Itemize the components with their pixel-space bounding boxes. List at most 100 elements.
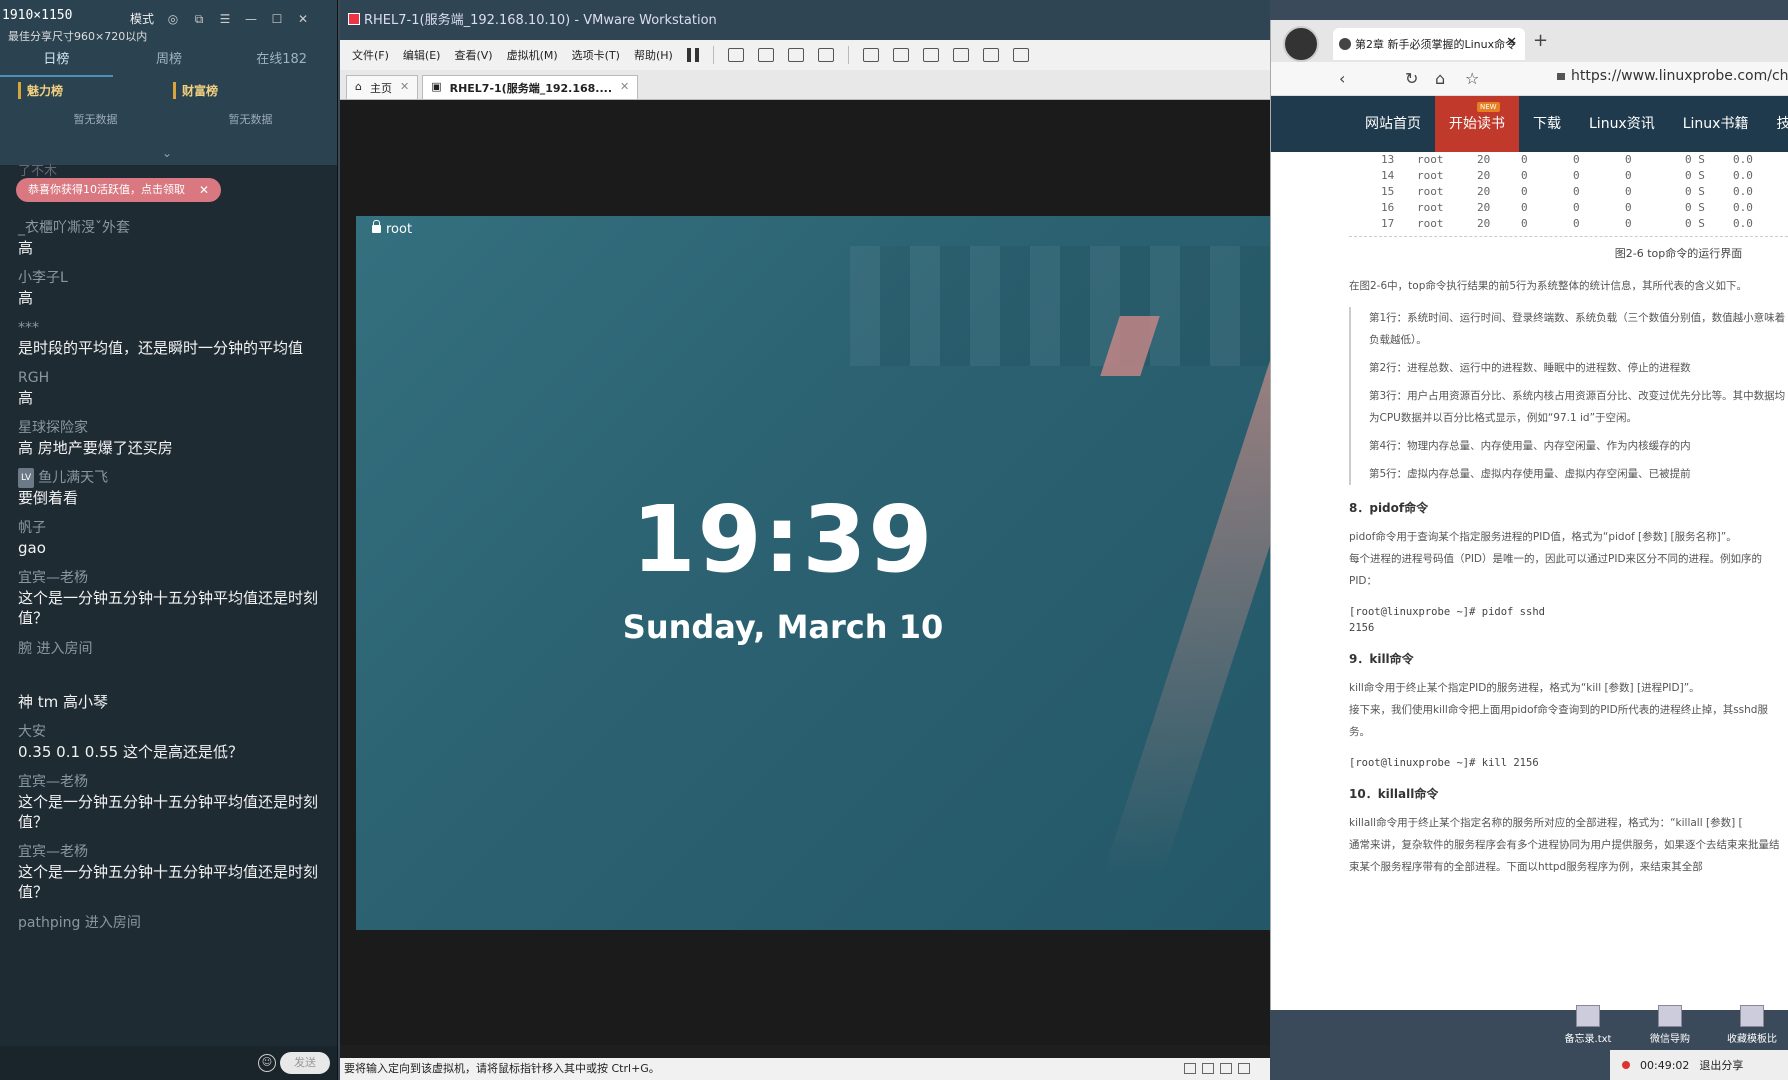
process-cell: 20: [1477, 185, 1491, 198]
process-cell: 0: [1625, 169, 1632, 182]
home-icon[interactable]: ⌂: [1435, 69, 1445, 88]
fullscreen-icon[interactable]: [922, 48, 939, 62]
message-author[interactable]: 宜宾—老杨: [18, 842, 320, 862]
rhel-lock-screen[interactable]: root 19:39 Sunday, March 10: [356, 216, 1270, 930]
process-cell: 0: [1521, 201, 1528, 214]
new-tab-icon[interactable]: +: [1533, 30, 1548, 51]
browser-tab[interactable]: 第2章 新手必须掌握的Linux命令 ✕: [1333, 28, 1525, 60]
stretch-icon[interactable]: [1012, 48, 1029, 62]
menu-view[interactable]: 查看(V): [454, 47, 492, 63]
chat-message: 神 tm 高小琴: [18, 692, 320, 712]
menu-help[interactable]: 帮助(H): [634, 47, 673, 63]
revert-snapshot-icon[interactable]: [787, 48, 804, 62]
console-icon[interactable]: [982, 48, 999, 62]
popout-icon[interactable]: ⧉: [192, 12, 206, 26]
site-navigation: 网站首页 NEW 开始读书 下载 Linux资讯 Linux书籍 技术干: [1271, 96, 1788, 152]
message-text: 0.35 0.1 0.55 这个是高还是低？: [18, 743, 243, 761]
process-cell: 20: [1477, 169, 1491, 182]
tab-weekly[interactable]: 周榜: [113, 46, 226, 77]
unity-icon[interactable]: [952, 48, 969, 62]
close-icon[interactable]: ✕: [1506, 35, 1517, 50]
message-author[interactable]: 大安: [18, 722, 320, 742]
hdd-icon[interactable]: [1184, 1063, 1196, 1074]
nav-tech[interactable]: 技术干: [1762, 96, 1788, 152]
close-icon[interactable]: ✕: [199, 178, 209, 202]
avatar[interactable]: [1283, 26, 1319, 62]
message-text: 这个是一分钟五分钟十五分钟平均值还是时刻值？: [18, 863, 319, 901]
status-text: 要将输入定向到该虚拟机，请将鼠标指针移入其中或按 Ctrl+G。: [344, 1062, 660, 1075]
minimize-icon[interactable]: —: [244, 12, 258, 26]
nav-read[interactable]: NEW 开始读书: [1435, 96, 1519, 152]
process-cell: 0 S: [1685, 217, 1705, 230]
tab-home[interactable]: ⌂ 主页 ✕: [346, 75, 419, 99]
star-icon[interactable]: ☆: [1465, 69, 1479, 88]
back-icon[interactable]: ‹: [1339, 69, 1345, 88]
nav-news[interactable]: Linux资讯: [1575, 96, 1669, 152]
exit-share-button[interactable]: 退出分享: [1699, 1057, 1743, 1073]
nav-books[interactable]: Linux书籍: [1669, 96, 1763, 152]
thumbnail-icon[interactable]: [892, 48, 909, 62]
process-cell: 0: [1625, 153, 1632, 166]
nav-home[interactable]: 网站首页: [1351, 96, 1435, 152]
process-cell: 20: [1477, 217, 1491, 230]
nav-label[interactable]: 开始读书: [1449, 116, 1505, 132]
process-cell: 0: [1521, 169, 1528, 182]
message-author[interactable]: _衣櫃吖凘渂ˇ外套: [18, 218, 320, 238]
desktop-icon[interactable]: 备忘录.txt: [1560, 1005, 1616, 1045]
send-button[interactable]: 发送: [280, 1052, 330, 1074]
menu-icon[interactable]: ☰: [218, 12, 232, 26]
nav-download[interactable]: 下载: [1519, 96, 1575, 152]
message-author[interactable]: 帆子: [18, 518, 320, 538]
desktop-icon[interactable]: 收藏模板比: [1724, 1005, 1780, 1045]
recording-icon: [1622, 1061, 1630, 1069]
mode-label[interactable]: 模式: [130, 10, 154, 27]
message-author-row[interactable]: LV 鱼儿满天飞: [18, 468, 320, 488]
tab-vm[interactable]: ▣ RHEL7-1(服务端_192.168.... ✕: [422, 75, 639, 99]
library-icon[interactable]: [862, 48, 879, 62]
settings-icon[interactable]: ◎: [166, 12, 180, 26]
message-author[interactable]: 宜宾—老杨: [18, 568, 320, 588]
display-icon[interactable]: [1238, 1063, 1250, 1074]
tab-online[interactable]: 在线182: [225, 46, 337, 77]
message-author[interactable]: ***: [18, 318, 320, 338]
message-text: 这个是一分钟五分钟十五分钟平均值还是时刻值？: [18, 589, 319, 627]
close-icon[interactable]: ✕: [296, 12, 310, 26]
process-cell: 0: [1521, 217, 1528, 230]
message-text: 这个是一分钟五分钟十五分钟平均值还是时刻值？: [18, 793, 319, 831]
share-dimensions: 1910×1150: [2, 8, 73, 23]
tab-daily[interactable]: 日榜: [0, 46, 113, 77]
chat-message: 宜宾—老杨 这个是一分钟五分钟十五分钟平均值还是时刻值？: [18, 842, 320, 902]
message-author[interactable]: 鱼儿满天飞: [38, 470, 108, 486]
close-icon[interactable]: ✕: [620, 80, 629, 99]
message-author[interactable]: RGH: [18, 368, 320, 388]
message-author[interactable]: 小李子L: [18, 268, 320, 288]
menu-edit[interactable]: 编辑(E): [403, 47, 441, 63]
desktop-icon[interactable]: 微信导购: [1642, 1005, 1698, 1045]
process-cell: 0.0: [1733, 169, 1753, 182]
reward-toast-text[interactable]: 恭喜你获得10活跃值，点击领取: [28, 178, 185, 202]
network-icon[interactable]: [1220, 1063, 1232, 1074]
snapshot-manager-icon[interactable]: [817, 48, 834, 62]
menu-vm[interactable]: 虚拟机(M): [507, 47, 558, 63]
menu-tabs[interactable]: 选项卡(T): [572, 47, 620, 63]
process-cell: 16: [1381, 201, 1395, 214]
vm-display[interactable]: root 19:39 Sunday, March 10: [340, 100, 1270, 1045]
send-keys-icon[interactable]: [727, 48, 744, 62]
reward-toast[interactable]: 恭喜你获得10活跃值，点击领取 ✕: [16, 178, 222, 202]
maximize-icon[interactable]: ☐: [270, 12, 284, 26]
vm-icon: ▣: [431, 80, 442, 93]
chevron-down-icon[interactable]: ⌄: [162, 146, 172, 160]
pause-icon[interactable]: [686, 48, 699, 62]
address-bar[interactable]: https://www.linuxprobe.com/chap: [1557, 68, 1788, 84]
close-icon[interactable]: ✕: [400, 80, 409, 99]
process-cell: 0.0: [1733, 185, 1753, 198]
snapshot-icon[interactable]: [757, 48, 774, 62]
message-author[interactable]: 宜宾—老杨: [18, 772, 320, 792]
cdrom-icon[interactable]: [1202, 1063, 1214, 1074]
message-author[interactable]: 星球探险家: [18, 418, 320, 438]
menu-file[interactable]: 文件(F): [352, 47, 389, 63]
emoji-icon[interactable]: ☺: [258, 1054, 276, 1072]
process-cell: 0: [1521, 185, 1528, 198]
reload-icon[interactable]: ↻: [1405, 69, 1418, 88]
url-text[interactable]: https://www.linuxprobe.com/chap: [1571, 68, 1788, 84]
